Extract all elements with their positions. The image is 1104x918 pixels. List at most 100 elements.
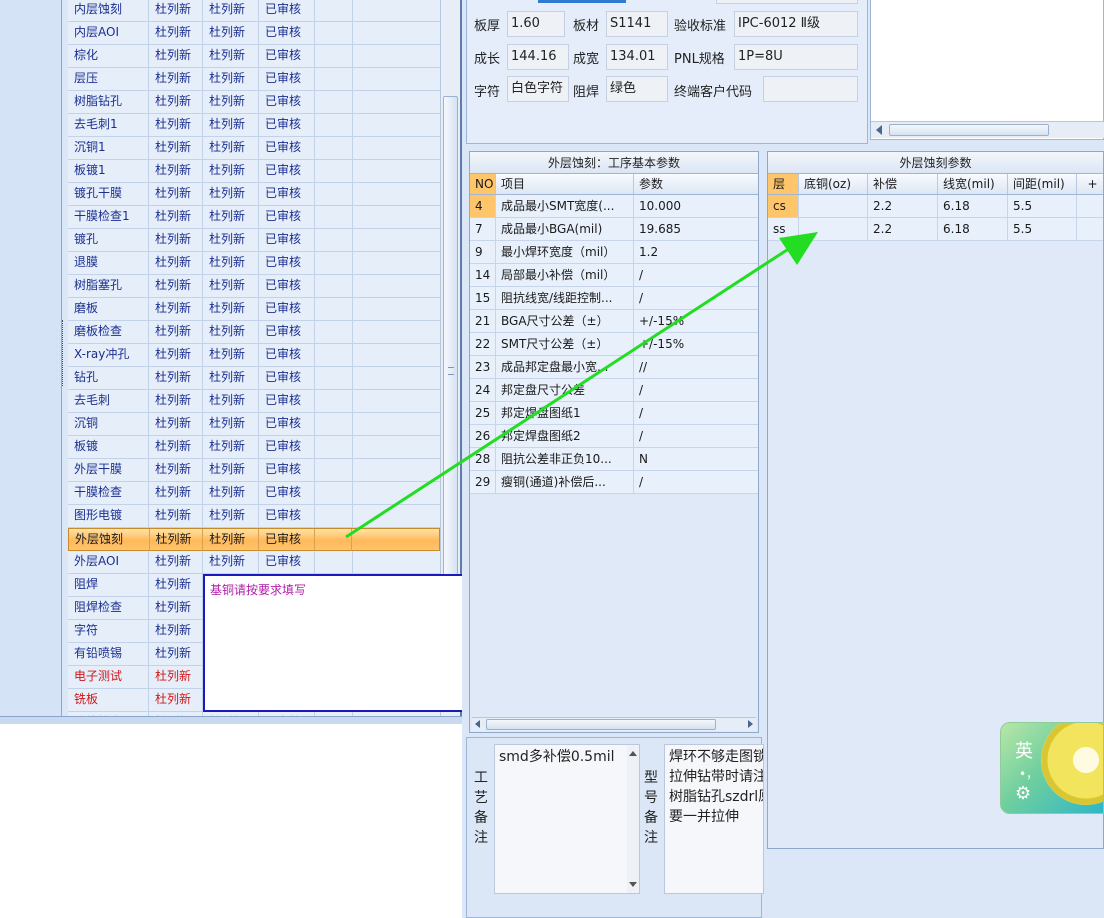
scroll-left-arrow-icon[interactable] [475, 720, 480, 728]
length-field[interactable]: 144.16 [507, 44, 569, 70]
param-no-cell[interactable]: 4 [470, 195, 496, 217]
col-base-copper-header[interactable]: 底铜(oz) [799, 174, 868, 194]
compensation-cell[interactable]: 2.2 [868, 218, 938, 240]
blank-cell[interactable] [315, 0, 353, 21]
checker-cell[interactable]: 杜列新 [203, 344, 259, 366]
blank-cell[interactable] [353, 367, 440, 389]
col-value-header[interactable]: 参数 [634, 174, 754, 194]
blank-cell[interactable] [315, 367, 353, 389]
process-row[interactable]: 外层AOI 杜列新 杜列新 已审核 [68, 551, 440, 574]
blank-cell[interactable] [315, 482, 353, 504]
checker-cell[interactable]: 杜列新 [203, 91, 259, 113]
blank-cell[interactable] [315, 114, 353, 136]
param-value-cell[interactable]: / [634, 287, 754, 309]
param-row[interactable]: 23 成品邦定盘最小宽...// [470, 356, 758, 379]
customer-code-field[interactable] [763, 76, 858, 102]
param-no-cell[interactable]: 22 [470, 333, 496, 355]
maker-cell[interactable]: 杜列新 [149, 229, 203, 251]
status-cell[interactable]: 已审核 [259, 413, 315, 435]
param-value-cell[interactable]: / [634, 402, 754, 424]
status-cell[interactable]: 已审核 [259, 344, 315, 366]
process-row[interactable]: 内层蚀刻 杜列新 杜列新 已审核 [68, 0, 440, 22]
compensation-cell[interactable]: 2.2 [868, 195, 938, 217]
param-row[interactable]: 9 最小焊环宽度（mil） 1.2 [470, 241, 758, 264]
param-row[interactable]: 24 邦定盘尺寸公差 / [470, 379, 758, 402]
blank-cell[interactable] [353, 321, 440, 343]
memo-scrollbar[interactable] [627, 745, 639, 893]
param-item-cell[interactable]: 邦定焊盘图纸1 [496, 402, 634, 424]
param-row[interactable]: 29 瘦铜(通道)补偿后... / [470, 471, 758, 494]
status-cell[interactable]: 已审核 [259, 529, 315, 551]
maker-cell[interactable]: 杜列新 [149, 22, 203, 44]
param-no-cell[interactable]: 24 [470, 379, 496, 401]
param-row[interactable]: 28 阻抗公差非正负10... N [470, 448, 758, 471]
param-item-cell[interactable]: BGA尺寸公差（±） [496, 310, 634, 332]
blank-cell[interactable] [353, 275, 440, 297]
blank-cell[interactable] [353, 413, 440, 435]
param-no-cell[interactable]: 21 [470, 310, 496, 332]
maker-cell[interactable]: 杜列新 [149, 620, 203, 642]
status-cell[interactable]: 已审核 [259, 321, 315, 343]
checker-cell[interactable]: 杜列新 [203, 160, 259, 182]
process-row[interactable]: 板镀 杜列新 杜列新 已审核 [68, 436, 440, 459]
param-value-cell[interactable]: +/-15% [634, 333, 754, 355]
mask-field[interactable]: 绿色 [606, 76, 668, 102]
layer-cell[interactable]: ss [768, 218, 799, 240]
col-layer-header[interactable]: 层 [768, 174, 799, 194]
param-no-cell[interactable]: 25 [470, 402, 496, 424]
gear-icon[interactable]: ⚙ [1015, 783, 1031, 804]
checker-cell[interactable]: 杜列新 [203, 252, 259, 274]
process-name-cell[interactable]: 棕化 [68, 45, 149, 67]
maker-cell[interactable]: 杜列新 [149, 459, 203, 481]
status-cell[interactable]: 已审核 [259, 275, 315, 297]
blank-cell[interactable] [353, 252, 440, 274]
checker-cell[interactable]: 杜列新 [203, 137, 259, 159]
param-item-cell[interactable]: 最小焊环宽度（mil） [496, 241, 634, 263]
blank-cell[interactable] [315, 45, 353, 67]
process-name-cell[interactable]: 磨板 [68, 298, 149, 320]
blank-cell[interactable] [315, 529, 353, 551]
param-value-cell[interactable]: +/-15% [634, 310, 754, 332]
status-cell[interactable]: 已审核 [259, 206, 315, 228]
status-cell[interactable]: 已审核 [259, 482, 315, 504]
process-row[interactable]: 内层AOI 杜列新 杜列新 已审核 [68, 22, 440, 45]
process-name-cell[interactable]: 退膜 [68, 252, 149, 274]
param-item-cell[interactable]: SMT尺寸公差（±） [496, 333, 634, 355]
maker-cell[interactable]: 杜列新 [149, 666, 203, 688]
process-row[interactable]: 去毛刺 杜列新 杜列新 已审核 [68, 390, 440, 413]
param-value-cell[interactable]: // [634, 356, 754, 378]
param-value-cell[interactable]: 1.2 [634, 241, 754, 263]
col-spacing-header[interactable]: 间距(mil) [1008, 174, 1077, 194]
param-item-cell[interactable]: 成品最小BGA(mil) [496, 218, 634, 240]
status-cell[interactable]: 已审核 [259, 390, 315, 412]
param-item-cell[interactable]: 成品邦定盘最小宽... [496, 356, 634, 378]
checker-cell[interactable]: 杜列新 [203, 68, 259, 90]
checker-cell[interactable]: 杜列新 [203, 390, 259, 412]
param-item-cell[interactable]: 阻抗公差非正负10... [496, 448, 634, 470]
maker-cell[interactable]: 杜列新 [149, 367, 203, 389]
spacing-cell[interactable]: 5.5 [1008, 218, 1077, 240]
col-line-width-header[interactable]: 线宽(mil) [938, 174, 1008, 194]
process-name-cell[interactable]: 有铅喷锡 [68, 643, 149, 665]
status-cell[interactable]: 已审核 [259, 298, 315, 320]
status-cell[interactable]: 已审核 [259, 229, 315, 251]
blank-cell[interactable] [315, 298, 353, 320]
status-cell[interactable]: 已审核 [259, 505, 315, 527]
process-row[interactable]: 外层干膜 杜列新 杜列新 已审核 [68, 459, 440, 482]
checker-cell[interactable]: 杜列新 [203, 436, 259, 458]
blank-cell[interactable] [353, 229, 440, 251]
maker-cell[interactable]: 杜列新 [149, 436, 203, 458]
maker-cell[interactable]: 杜列新 [149, 505, 203, 527]
ime-punctuation-toggle[interactable]: •， [1019, 765, 1038, 782]
blank-cell[interactable] [353, 114, 440, 136]
process-row[interactable]: 磨板检查 杜列新 杜列新 已审核 [68, 321, 440, 344]
param-value-cell[interactable]: 19.685 [634, 218, 754, 240]
blank-cell[interactable] [315, 160, 353, 182]
maker-cell[interactable]: 杜列新 [149, 298, 203, 320]
process-row[interactable]: 棕化 杜列新 杜列新 已审核 [68, 45, 440, 68]
process-name-cell[interactable]: 外层干膜 [68, 459, 149, 481]
status-cell[interactable]: 已审核 [259, 0, 315, 21]
process-name-cell[interactable]: 镀孔干膜 [68, 183, 149, 205]
checker-cell[interactable]: 杜列新 [203, 551, 259, 573]
status-cell[interactable]: 已审核 [259, 91, 315, 113]
